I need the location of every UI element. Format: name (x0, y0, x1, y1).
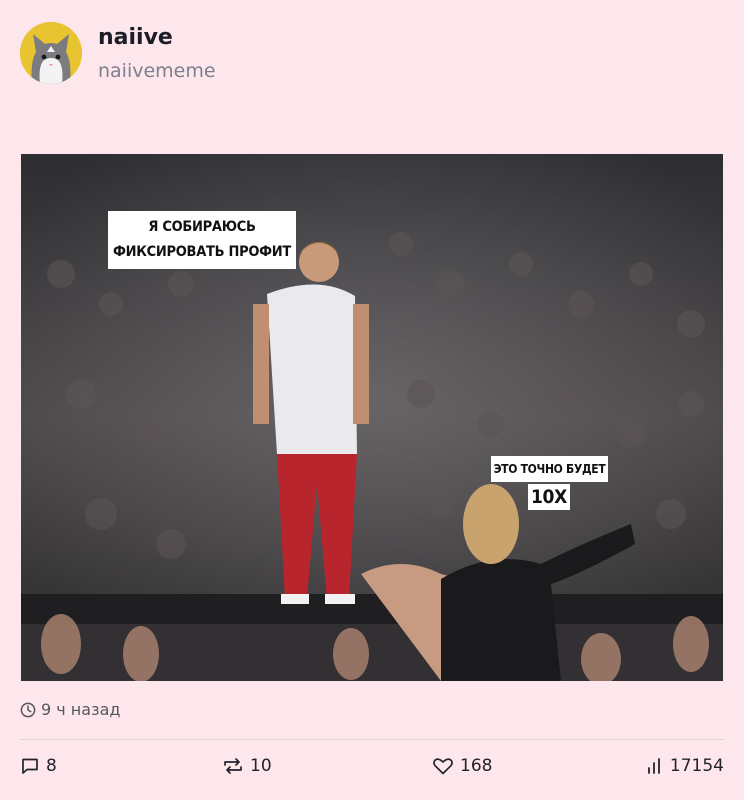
reply-count: 8 (46, 756, 57, 776)
clock-icon (20, 702, 36, 717)
view-count: 17154 (669, 756, 724, 776)
bar-chart-icon (648, 758, 660, 774)
repost-count: 10 (250, 756, 272, 776)
reply-button[interactable]: 8 (20, 756, 57, 776)
repost-button[interactable]: 10 (222, 756, 272, 776)
user-handle[interactable]: naiivememe (98, 58, 216, 84)
divider (20, 739, 724, 740)
display-name[interactable]: naiive (98, 24, 216, 52)
views-indicator[interactable]: 17154 (646, 756, 724, 776)
like-count: 168 (460, 756, 493, 776)
heart-icon (433, 758, 453, 775)
like-button[interactable]: 168 (432, 756, 492, 776)
cat-avatar-icon (20, 22, 82, 84)
post-timestamp[interactable]: 9 ч назад (20, 700, 120, 719)
user-meta: naiive naiivememe (98, 24, 216, 84)
post-header: naiive naiivememe (20, 22, 216, 84)
avatar[interactable] (20, 22, 82, 84)
comment-icon (22, 758, 38, 774)
meme-caption-left: Я СОБИРАЮСЬ ФИКСИРОВАТЬ ПРОФИТ (108, 211, 296, 269)
post-image[interactable]: Я СОБИРАЮСЬ ФИКСИРОВАТЬ ПРОФИТ ЭТО ТОЧНО… (21, 154, 723, 681)
meme-caption-right-top: ЭТО ТОЧНО БУДЕТ (491, 456, 608, 482)
timestamp-text: 9 ч назад (41, 700, 121, 719)
meme-caption-right-bottom: 10X (528, 484, 570, 510)
repost-icon (224, 758, 242, 774)
